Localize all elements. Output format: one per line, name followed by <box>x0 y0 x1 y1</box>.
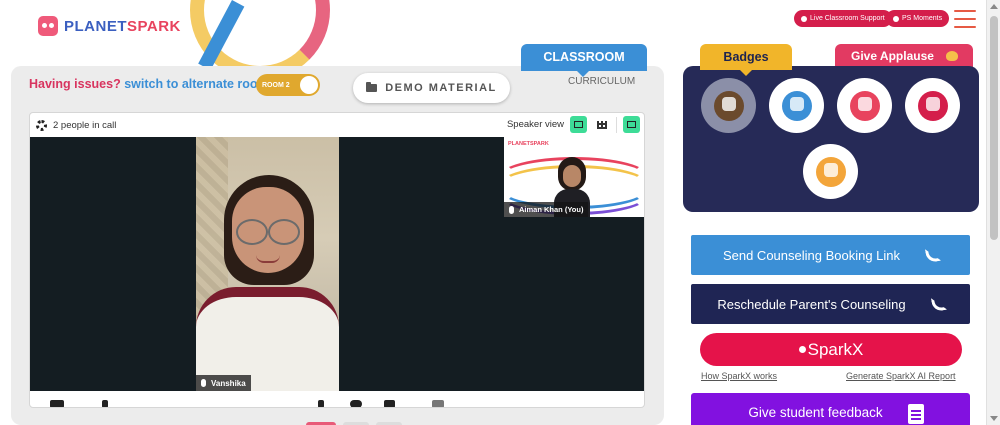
idea-badge[interactable] <box>905 78 960 133</box>
folder-icon <box>366 82 378 92</box>
thumbnail-brand: PLANETSPARK <box>508 141 549 147</box>
meditation-icon <box>849 90 880 121</box>
scroll-up-icon[interactable] <box>990 4 998 9</box>
sparkx-button[interactable]: SparkX <box>700 333 962 366</box>
issues-text: Having issues? <box>29 77 121 91</box>
clipboard-icon <box>908 404 924 424</box>
microphone-icon[interactable] <box>102 400 108 407</box>
mic-icon <box>509 205 514 214</box>
ps-moments-button[interactable]: PS Moments <box>886 10 950 27</box>
self-name-tag: Aiman Khan (You) <box>504 202 589 217</box>
tab-curriculum[interactable]: CURRICULUM <box>568 76 635 87</box>
self-thumbnail-video[interactable]: PLANETSPARK Aiman Khan (You) <box>504 137 644 217</box>
sparkx-label: SparkX <box>807 339 864 359</box>
give-applause-tab[interactable]: Give Applause <box>835 44 973 68</box>
hamburger-menu-icon[interactable] <box>954 10 976 28</box>
send-counseling-label: Send Counseling Booking Link <box>722 247 901 263</box>
reschedule-parents-counseling-button[interactable]: Reschedule Parent's Counseling <box>691 284 970 324</box>
scroll-down-icon[interactable] <box>990 416 998 421</box>
page-scrollbar[interactable] <box>986 0 1000 425</box>
tab-classroom[interactable]: CLASSROOM <box>521 44 647 77</box>
speaker-view-icon <box>574 121 583 128</box>
phone-icon <box>924 246 942 264</box>
popout-button[interactable] <box>623 116 640 133</box>
camera-icon[interactable] <box>50 400 64 407</box>
send-counseling-booking-link-button[interactable]: Send Counseling Booking Link <box>691 235 970 275</box>
how-sparkx-works-link[interactable]: How SparkX works <box>701 371 777 381</box>
mic-icon <box>201 379 206 387</box>
trophy-icon <box>713 90 744 121</box>
speaker-view-button[interactable] <box>570 116 587 133</box>
give-applause-label: Give Applause <box>851 49 934 63</box>
moments-label: PS Moments <box>902 15 943 22</box>
demo-material-button[interactable]: DEMO MATERIAL <box>353 73 510 103</box>
room-toggle[interactable]: ROOM 2 <box>256 74 320 96</box>
popout-icon <box>627 121 636 128</box>
video-call-window: 2 people in call Speaker view Vanshika P… <box>29 112 645 408</box>
share-screen-icon[interactable] <box>384 400 395 407</box>
room-toggle-label: ROOM 2 <box>262 81 290 89</box>
call-header: 2 people in call Speaker view <box>30 113 644 137</box>
self-name: Aiman Khan (You) <box>519 205 584 214</box>
mic-toggle-icon[interactable] <box>318 400 324 407</box>
meditation-badge[interactable] <box>837 78 892 133</box>
alternate-room-notice: Having issues? switch to alternate room <box>29 77 269 91</box>
main-participant-name: Vanshika <box>211 378 246 388</box>
superhero-icon <box>781 90 812 121</box>
grid-view-icon <box>596 120 607 129</box>
logo-text-planet: PLANET <box>64 17 127 35</box>
generate-sparkx-report-link[interactable]: Generate SparkX AI Report <box>846 371 956 381</box>
support-label: Live Classroom Support <box>810 15 885 22</box>
main-participant-name-tag: Vanshika <box>196 375 251 391</box>
people-count: 2 people in call <box>53 119 117 131</box>
moments-icon <box>893 15 899 22</box>
sparkx-star-icon <box>798 346 806 353</box>
view-controls: Speaker view <box>507 116 640 133</box>
call-toolbar <box>30 391 644 407</box>
chat-icon[interactable] <box>350 400 362 407</box>
toggle-knob <box>300 76 318 94</box>
robot-icon <box>815 156 846 187</box>
give-student-feedback-button[interactable]: Give student feedback <box>691 393 970 425</box>
phone-icon <box>930 295 948 313</box>
main-participant-video[interactable]: Vanshika <box>196 137 339 391</box>
mascot-icon <box>38 16 58 36</box>
gear-icon[interactable] <box>36 119 47 131</box>
superhero-badge[interactable] <box>769 78 824 133</box>
badges-tab[interactable]: Badges <box>700 44 792 76</box>
demo-material-label: DEMO MATERIAL <box>385 82 497 94</box>
scrollbar-thumb[interactable] <box>990 16 998 240</box>
give-feedback-label: Give student feedback <box>748 404 883 420</box>
lightbulb-icon <box>917 90 948 121</box>
live-classroom-support-button[interactable]: Live Classroom Support <box>794 10 892 27</box>
planetspark-logo[interactable]: PLANETSPARK <box>38 16 181 36</box>
badges-panel <box>683 66 979 212</box>
switch-room-link[interactable]: switch to alternate room <box>124 77 268 91</box>
logo-text-spark: SPARK <box>127 17 181 35</box>
robot-badge[interactable] <box>803 144 858 199</box>
clap-icon <box>945 51 958 61</box>
view-label: Speaker view <box>506 119 564 130</box>
grid-view-button[interactable] <box>593 116 610 133</box>
video-stage: Vanshika PLANETSPARK Aiman Khan (You) <box>30 137 644 391</box>
reschedule-counseling-label: Reschedule Parent's Counseling <box>717 296 906 312</box>
settings-icon[interactable] <box>432 400 444 407</box>
trophy-badge[interactable] <box>701 78 756 133</box>
support-icon <box>801 15 807 22</box>
